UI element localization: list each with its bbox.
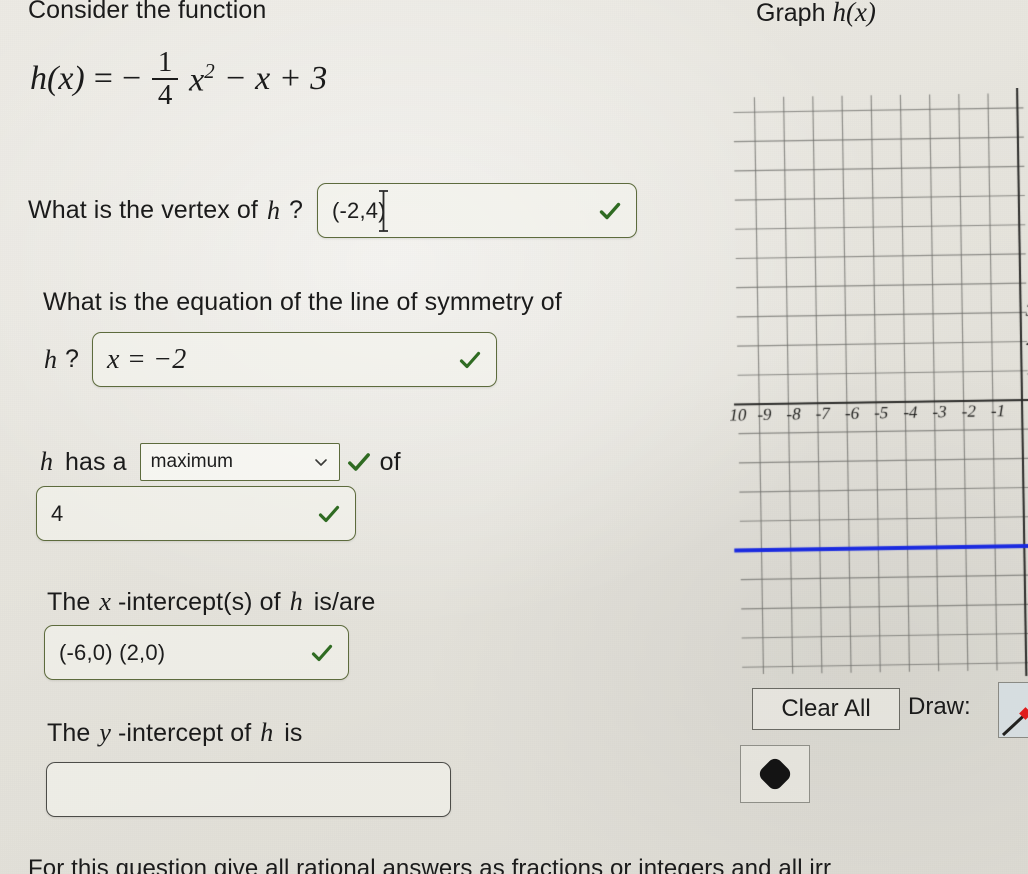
extremum-value-field[interactable]: 4 xyxy=(36,486,356,541)
fraction-numerator: 1 xyxy=(157,46,173,78)
y-intercept-label-end: is xyxy=(284,718,303,747)
vertex-question-qmark: ? xyxy=(288,196,303,225)
check-icon xyxy=(458,348,482,372)
extremum-value: 4 xyxy=(51,500,64,526)
x-intercept-label-end: is/are xyxy=(313,587,376,616)
symmetry-question-label-row: What is the equation of the line of symm… xyxy=(43,288,562,317)
graph-title-pre: Graph xyxy=(756,0,826,27)
check-icon xyxy=(310,641,334,665)
footer-instruction: For this question give all rational answ… xyxy=(28,855,832,874)
extremum-type-select[interactable]: maximum xyxy=(139,443,340,481)
symmetry-question-var: h xyxy=(44,344,57,374)
point-tool-button[interactable] xyxy=(740,745,810,803)
vertex-answer-value: (-2,4) xyxy=(331,197,386,223)
extremum-question-row: h has a maximum of xyxy=(40,443,401,481)
vertex-question-label: What is the vertex of xyxy=(28,196,258,225)
x-intercept-question-row: The x -intercept(s) of h is/are xyxy=(47,587,375,617)
check-icon xyxy=(346,449,372,475)
function-remaining-terms: − x + 3 xyxy=(223,60,328,97)
symmetry-question-qmark: ? xyxy=(65,345,80,374)
worksheet-root: Consider the function h(x) = − 1 4 x2 − … xyxy=(0,0,1028,874)
x-intercept-answer-field[interactable]: (-6,0) (2,0) xyxy=(44,625,349,680)
extremum-type-selected-value: maximum xyxy=(150,451,234,472)
y-intercept-question-row: The y -intercept of h is xyxy=(47,718,303,748)
draw-label: Draw: xyxy=(908,693,971,720)
x-intercept-label-pre: The xyxy=(47,587,91,616)
fraction-one-fourth: 1 4 xyxy=(152,46,179,111)
y-intercept-label-post: -intercept of xyxy=(117,718,252,747)
x-intercept-value: (-6,0) (2,0) xyxy=(59,639,166,665)
y-intercept-var: y xyxy=(99,718,111,747)
x-intercept-var: x xyxy=(99,587,111,616)
function-exponent: 2 xyxy=(204,58,215,83)
y-intercept-answer-field[interactable] xyxy=(46,762,451,817)
extremum-question-var: h xyxy=(40,447,53,476)
check-icon xyxy=(598,199,622,223)
function-equals: = xyxy=(93,60,113,97)
check-icon xyxy=(317,502,341,526)
x-intercept-label-post: -intercept(s) of xyxy=(117,587,281,616)
clear-all-button[interactable]: Clear All xyxy=(752,688,900,730)
coordinate-grid[interactable] xyxy=(730,88,1028,678)
symmetry-answer-value: x = −2 xyxy=(107,343,187,375)
symmetry-answer-row: h ? x = −2 xyxy=(44,332,498,387)
x-intercept-var2: h xyxy=(289,587,303,616)
function-x-term: x xyxy=(189,61,205,99)
line-tool-icon xyxy=(1001,707,1028,737)
function-leading-minus: − xyxy=(121,60,142,97)
extremum-of-label: of xyxy=(379,447,401,476)
y-intercept-var2: h xyxy=(260,718,274,747)
chevron-down-icon xyxy=(313,454,329,470)
graph-canvas[interactable] xyxy=(730,88,1028,678)
symmetry-question-label: What is the equation of the line of symm… xyxy=(43,288,562,316)
graph-title-function: h(x) xyxy=(832,0,876,27)
symmetry-answer-field[interactable]: x = −2 xyxy=(92,332,498,387)
vertex-question-row: What is the vertex of h ? (-2,4) xyxy=(28,183,637,238)
question-panel: Consider the function h(x) = − 1 4 x2 − … xyxy=(0,0,730,874)
function-lhs: h(x) xyxy=(30,60,85,97)
vertex-question-var: h xyxy=(266,195,280,225)
extremum-question-label: has a xyxy=(65,447,127,476)
point-icon xyxy=(756,755,794,793)
intro-text: Consider the function xyxy=(28,0,267,24)
line-tool-button[interactable] xyxy=(998,682,1028,738)
graph-panel: Graph h(x) Clear All Draw: xyxy=(730,0,1028,874)
function-expression: h(x) = − 1 4 x2 − x + 3 xyxy=(30,48,327,110)
fraction-denominator: 4 xyxy=(157,79,173,111)
graph-title: Graph h(x) xyxy=(756,0,876,28)
y-intercept-label-pre: The xyxy=(47,718,91,747)
vertex-answer-field[interactable]: (-2,4) xyxy=(316,183,637,238)
